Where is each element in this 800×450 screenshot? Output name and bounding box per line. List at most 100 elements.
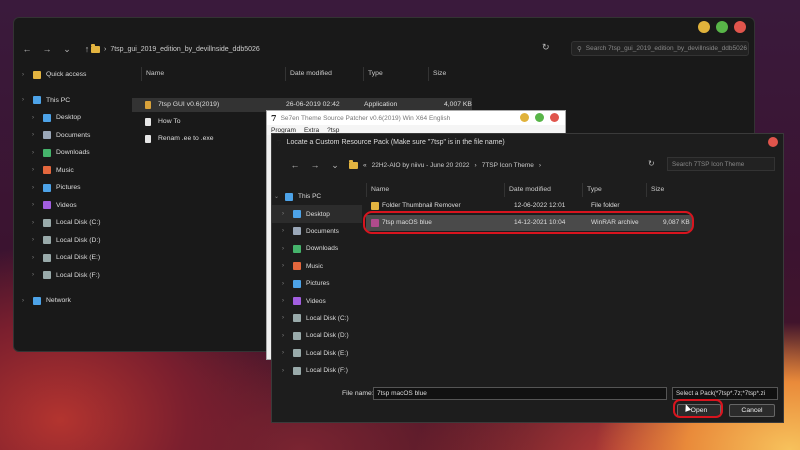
sidebar-item-label: Local Disk (F:) xyxy=(56,271,100,279)
sidebar-item-documents[interactable]: › Documents xyxy=(14,127,134,145)
column-header-name[interactable]: Name xyxy=(141,67,285,81)
pc-icon xyxy=(33,96,41,105)
desktop-icon xyxy=(293,210,301,219)
file-type: File folder xyxy=(591,202,620,209)
column-header-size[interactable]: Size xyxy=(646,183,691,197)
address-bar[interactable]: › 7tsp_gui_2019_edition_by_devillnside_d… xyxy=(91,42,551,56)
sidebar-item-label: Local Disk (F:) xyxy=(306,367,348,375)
file-date: 26-06-2019 02:42 xyxy=(286,101,340,108)
sidebar-item-this-pc[interactable]: › This PC xyxy=(14,92,134,110)
minimize-button[interactable] xyxy=(698,21,710,33)
chevron-right-icon[interactable]: › xyxy=(282,350,288,356)
breadcrumb-item[interactable]: 7TSP Icon Theme xyxy=(482,162,534,169)
patcher-title-bar: 7 Se7en Theme Source Patcher v0.6(2019) … xyxy=(267,111,565,125)
sidebar-item-local-disk-d[interactable]: › Local Disk (D:) xyxy=(14,232,134,250)
sidebar-item-local-disk-e[interactable]: › Local Disk (E:) xyxy=(14,249,134,267)
search-input[interactable]: Search 7TSP Icon Theme xyxy=(667,157,775,171)
maximize-button[interactable] xyxy=(716,21,728,33)
column-header-type[interactable]: Type xyxy=(582,183,646,197)
column-header-type[interactable]: Type xyxy=(363,67,428,81)
chevron-right-icon[interactable]: › xyxy=(32,220,38,226)
sidebar-item-label: This PC xyxy=(46,96,71,104)
close-button[interactable] xyxy=(734,21,746,33)
sidebar-item-label: Music xyxy=(306,262,323,270)
back-arrow-icon[interactable]: ← xyxy=(22,44,32,55)
address-bar[interactable]: « 22H2-AIO by niivu - June 20 2022 › 7TSP I… xyxy=(349,159,541,171)
sidebar-item-label: Videos xyxy=(306,297,326,305)
chevron-right-icon[interactable]: › xyxy=(282,228,288,234)
sidebar-item-music[interactable]: › Music xyxy=(272,258,362,275)
chevron-right-icon[interactable]: › xyxy=(282,281,288,287)
forward-arrow-icon[interactable]: → xyxy=(310,160,320,171)
maximize-button[interactable] xyxy=(535,113,544,122)
file-name-input[interactable]: 7tsp macOS blue xyxy=(373,387,667,400)
chevron-right-icon[interactable]: › xyxy=(32,272,38,278)
chevron-right-icon[interactable]: › xyxy=(32,132,38,138)
sidebar-item-this-pc[interactable]: ⌄ This PC xyxy=(272,188,362,205)
sidebar-item-pictures[interactable]: › Pictures xyxy=(14,179,134,197)
sidebar-item-local-disk-c[interactable]: › Local Disk (C:) xyxy=(272,310,362,327)
sidebar-item-label: Local Disk (D:) xyxy=(56,236,101,244)
sidebar-item-local-disk-c[interactable]: › Local Disk (C:) xyxy=(14,214,134,232)
minimize-button[interactable] xyxy=(520,113,529,122)
chevron-right-icon[interactable]: › xyxy=(32,115,38,121)
refresh-icon[interactable]: ↻ xyxy=(648,159,655,168)
chevron-right-icon[interactable]: › xyxy=(32,167,38,173)
forward-arrow-icon[interactable]: → xyxy=(42,44,52,55)
column-header-name[interactable]: Name xyxy=(366,183,504,197)
sidebar-item-music[interactable]: › Music xyxy=(14,162,134,180)
column-header-date-modified[interactable]: Date modified xyxy=(285,67,363,81)
cancel-button[interactable]: Cancel xyxy=(729,404,775,417)
sidebar-item-videos[interactable]: › Videos xyxy=(14,197,134,215)
videos-icon xyxy=(43,201,51,210)
sidebar-item-label: Local Disk (E:) xyxy=(56,254,101,262)
back-arrow-icon[interactable]: ← xyxy=(290,160,300,171)
column-header: Name Date modified Type Size xyxy=(366,183,696,197)
sidebar-item-local-disk-f[interactable]: › Local Disk (F:) xyxy=(272,362,362,379)
file-name-value: 7tsp macOS blue xyxy=(377,390,427,397)
column-header-date-modified[interactable]: Date modified xyxy=(504,183,582,197)
chevron-down-icon[interactable]: ⌄ xyxy=(62,44,72,55)
chevron-right-icon[interactable]: › xyxy=(282,263,288,269)
sidebar-item-local-disk-f[interactable]: › Local Disk (F:) xyxy=(14,267,134,285)
file-type: Application xyxy=(364,101,398,108)
chevron-right-icon[interactable]: › xyxy=(22,298,28,304)
close-button[interactable] xyxy=(768,137,778,147)
close-button[interactable] xyxy=(550,113,559,122)
chevron-right-icon[interactable]: › xyxy=(32,237,38,243)
chevron-right-icon[interactable]: › xyxy=(282,246,288,252)
chevron-right-icon[interactable]: › xyxy=(282,315,288,321)
sidebar-item-downloads[interactable]: › Downloads xyxy=(14,144,134,162)
sidebar-item-downloads[interactable]: › Downloads xyxy=(272,240,362,257)
chevron-down-icon[interactable]: ⌄ xyxy=(274,193,280,200)
sidebar-item-pictures[interactable]: › Pictures xyxy=(272,275,362,292)
music-icon xyxy=(43,166,51,175)
chevron-right-icon[interactable]: › xyxy=(32,255,38,261)
sidebar-item-local-disk-d[interactable]: › Local Disk (D:) xyxy=(272,327,362,344)
chevron-right-icon[interactable]: › xyxy=(32,150,38,156)
chevron-right-icon[interactable]: › xyxy=(282,298,288,304)
chevron-down-icon[interactable]: ⌄ xyxy=(330,160,340,171)
breadcrumb-item[interactable]: 22H2-AIO by niivu - June 20 2022 xyxy=(372,162,470,169)
sidebar-item-videos[interactable]: › Videos xyxy=(272,292,362,309)
text-file-icon xyxy=(145,135,151,143)
chevron-right-icon[interactable]: › xyxy=(32,185,38,191)
chevron-right-icon[interactable]: › xyxy=(282,211,288,217)
chevron-right-icon[interactable]: › xyxy=(282,333,288,339)
sidebar-item-desktop[interactable]: › Desktop xyxy=(272,205,362,223)
sidebar-item-documents[interactable]: › Documents xyxy=(272,223,362,240)
sidebar-item-quick-access[interactable]: › Quick access xyxy=(14,66,134,84)
dialog-title-bar: 7 Locate a Custom Resource Pack (Make su… xyxy=(272,134,783,151)
chevron-right-icon[interactable]: › xyxy=(32,202,38,208)
sidebar-item-local-disk-e[interactable]: › Local Disk (E:) xyxy=(272,345,362,362)
chevron-right-icon[interactable]: › xyxy=(282,368,288,374)
sidebar-item-desktop[interactable]: › Desktop xyxy=(14,109,134,127)
file-name: Renam .ee to .exe xyxy=(158,135,214,142)
column-header-size[interactable]: Size xyxy=(428,67,473,81)
chevron-right-icon[interactable]: › xyxy=(22,97,28,103)
chevron-right-icon[interactable]: › xyxy=(22,72,28,78)
refresh-icon[interactable]: ↻ xyxy=(542,42,550,53)
search-input[interactable]: ⚲ Search 7tsp_gui_2019_edition_by_devill… xyxy=(571,41,749,56)
sidebar-item-network[interactable]: › Network xyxy=(14,292,134,310)
sidebar-item-label: Documents xyxy=(56,131,91,139)
